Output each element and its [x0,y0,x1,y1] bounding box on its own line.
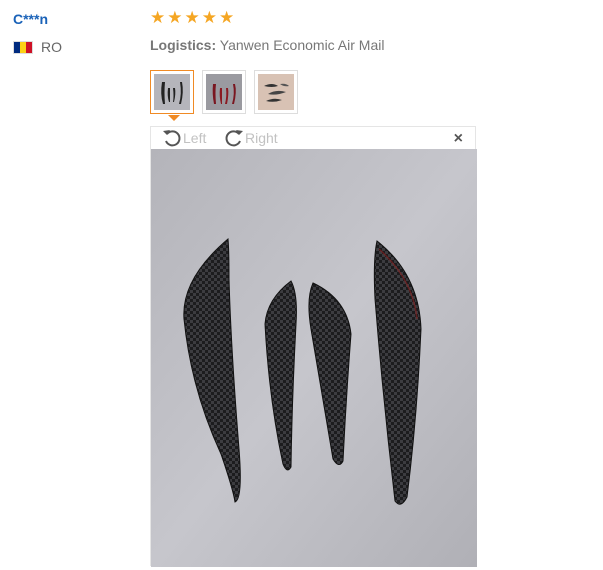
active-thumb-indicator [168,115,180,121]
photo-viewer: Left Right × [150,126,477,567]
photo-thumb-image [258,74,294,110]
star-icon: ★ [150,8,166,28]
logistics-info: Logistics: Yanwen Economic Air Mail [150,37,384,53]
reviewer-name: C***n [13,11,49,27]
photo-thumbnails [150,70,298,114]
country-code: RO [41,39,62,55]
photo-thumb-3[interactable] [254,70,298,114]
rotate-left-icon [163,130,181,147]
romania-flag-icon [13,40,33,54]
rotate-left-button[interactable]: Left [161,127,206,149]
rotate-right-button[interactable]: Right [223,127,278,149]
logistics-label: Logistics: [150,37,217,53]
rotate-left-label: Left [183,130,207,146]
review-photo [151,149,477,567]
logistics-value: Yanwen Economic Air Mail [219,37,385,53]
viewer-toolbar: Left Right × [151,127,475,149]
photo-thumb-image [154,74,190,110]
rotate-right-label: Right [245,130,278,146]
star-icon: ★ [167,8,183,28]
rotate-right-icon [225,130,243,147]
photo-thumb-2[interactable] [202,70,246,114]
photo-thumb-image [206,74,242,110]
close-icon[interactable]: × [454,130,463,148]
reviewer-country: RO [13,39,62,55]
star-icon: ★ [184,8,200,28]
rating-stars: ★ ★ ★ ★ ★ [150,10,234,27]
star-icon: ★ [201,8,217,28]
star-icon: ★ [219,8,235,28]
photo-thumb-1[interactable] [150,70,194,114]
